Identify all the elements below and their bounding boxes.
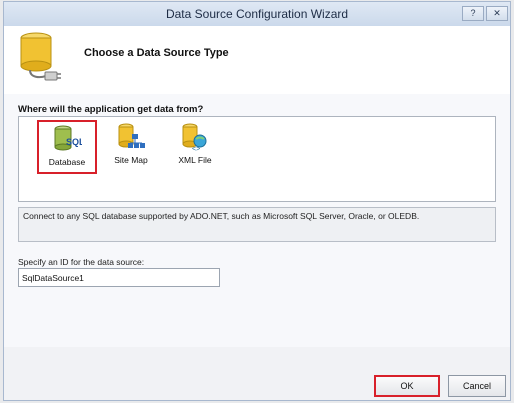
svg-text:<>: <> — [192, 146, 200, 152]
help-button[interactable]: ? — [462, 6, 484, 21]
wizard-window: Data Source Configuration Wizard ? ✕ Cho… — [3, 1, 511, 401]
sql-database-icon: SQL — [54, 125, 82, 151]
source-item-label: Database — [48, 157, 86, 167]
source-item-xml-file[interactable]: <> XML File — [165, 120, 225, 174]
database-plug-icon — [20, 32, 61, 81]
source-item-label: XML File — [178, 155, 212, 165]
source-item-label: Site Map — [114, 155, 148, 165]
ok-button[interactable]: OK — [374, 375, 440, 397]
close-button[interactable]: ✕ — [486, 6, 508, 21]
site-map-icon — [118, 123, 145, 148]
cancel-button[interactable]: Cancel — [448, 375, 506, 397]
source-description: Connect to any SQL database supported by… — [18, 207, 496, 242]
title-bar: Data Source Configuration Wizard ? ✕ — [4, 2, 510, 27]
source-item-site-map[interactable]: Site Map — [101, 120, 161, 174]
data-source-id-input[interactable] — [18, 268, 220, 287]
source-item-database[interactable]: SQL Database — [37, 120, 97, 174]
source-question: Where will the application get data from… — [18, 104, 204, 115]
svg-text:SQL: SQL — [66, 137, 82, 147]
id-field-label: Specify an ID for the data source: — [18, 257, 145, 267]
window-title: Data Source Configuration Wizard — [165, 7, 349, 21]
data-source-list: SQL Database Site Map <> XML File — [18, 116, 496, 202]
wizard-header: Choose a Data Source Type — [4, 26, 510, 94]
xml-file-icon: <> — [182, 123, 207, 152]
page-title: Choose a Data Source Type — [84, 47, 229, 59]
